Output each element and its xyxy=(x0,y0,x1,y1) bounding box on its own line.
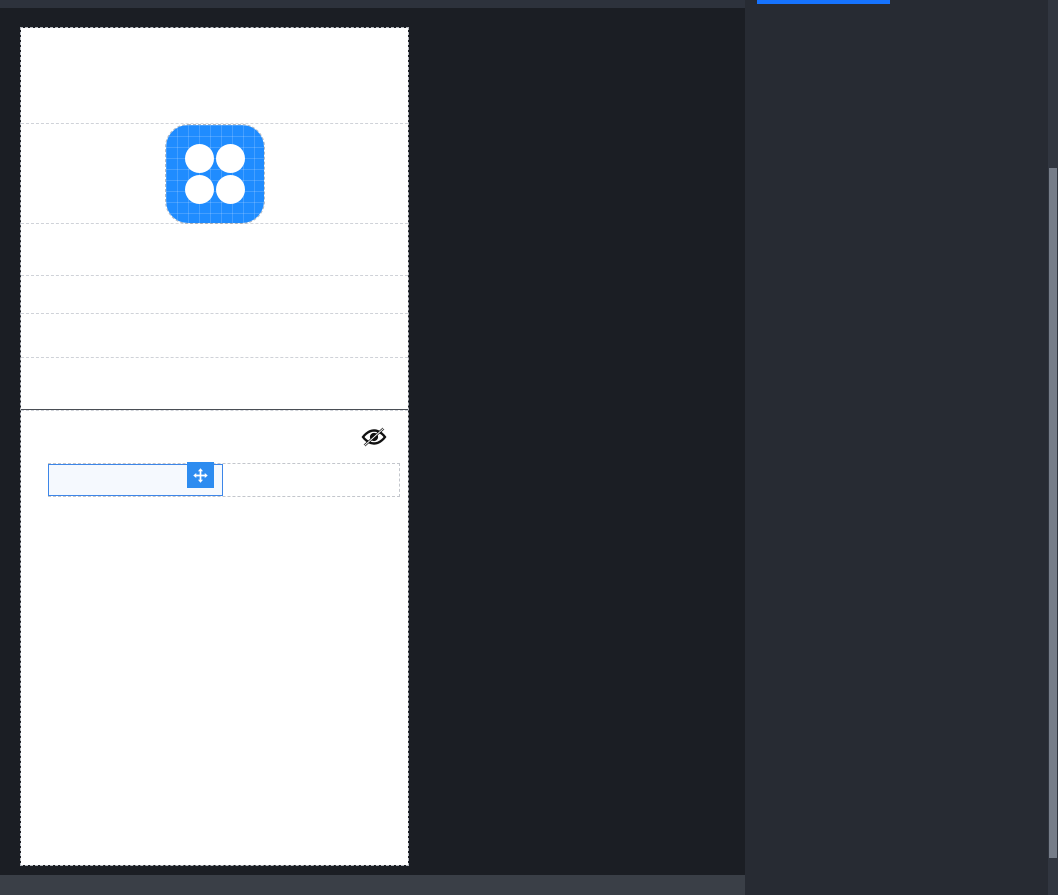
canvas-top-strip xyxy=(0,0,745,8)
preview-canvas[interactable] xyxy=(0,0,745,895)
attribute-inspector-panel[interactable] xyxy=(745,0,1058,895)
grid-app-icon xyxy=(164,123,265,224)
preview-spacer-mid xyxy=(21,314,408,358)
eye-off-icon[interactable] xyxy=(360,426,388,448)
account-input[interactable] xyxy=(21,358,408,410)
move-arrows-icon[interactable] xyxy=(187,462,214,488)
device-preview-frame[interactable] xyxy=(20,27,409,866)
preview-links-row xyxy=(21,462,408,502)
ide-window xyxy=(0,0,1058,895)
password-input[interactable] xyxy=(21,410,408,462)
preview-spacer-top xyxy=(21,28,408,124)
active-tab-indicator xyxy=(757,0,890,4)
inspector-scrollbar-thumb[interactable] xyxy=(1049,168,1057,858)
preview-logo-row[interactable] xyxy=(21,123,408,224)
preview-subtitle xyxy=(21,276,408,314)
canvas-bottom-strip xyxy=(0,875,745,895)
preview-title xyxy=(21,224,408,276)
inspector-scrollbar[interactable] xyxy=(1048,0,1058,895)
